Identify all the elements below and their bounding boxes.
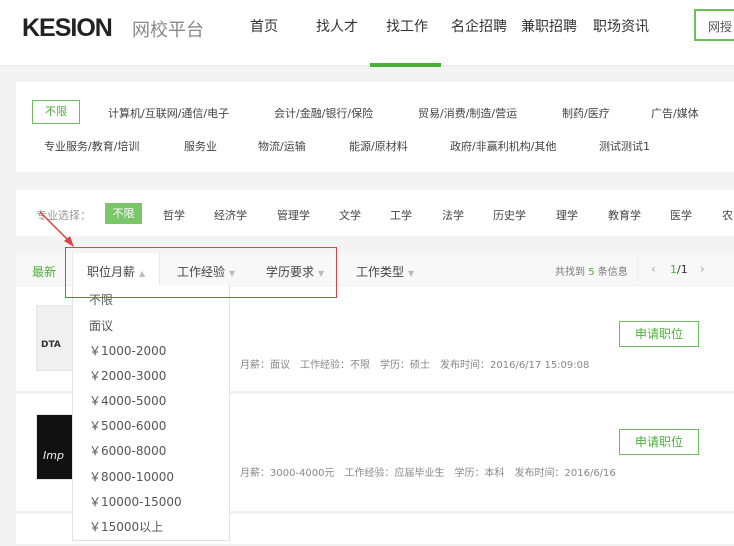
annotation-arrow-icon bbox=[39, 211, 74, 247]
